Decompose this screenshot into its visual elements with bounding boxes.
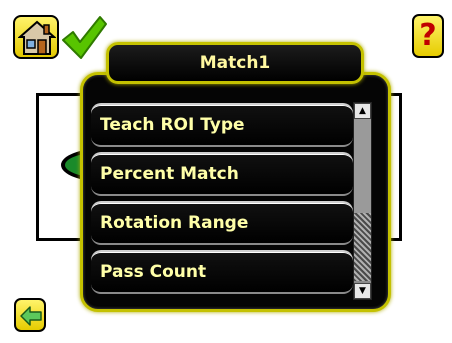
help-button[interactable]: ? (412, 14, 444, 58)
menu-scrollbar[interactable]: ▲ ▼ (353, 102, 372, 300)
menu-title-bar: Match1 (106, 42, 364, 84)
triangle-up-icon: ▲ (359, 106, 366, 116)
scroll-down-button[interactable]: ▼ (354, 283, 371, 299)
menu-item-teach-roi-type[interactable]: Teach ROI Type (91, 103, 353, 147)
home-icon (18, 20, 56, 55)
triangle-down-icon: ▼ (359, 286, 366, 296)
menu-item-label: Percent Match (100, 164, 239, 184)
back-arrow-icon (20, 306, 42, 326)
help-icon: ? (419, 18, 437, 53)
home-button[interactable] (13, 15, 59, 59)
menu-item-label: Rotation Range (100, 213, 249, 233)
menu-title: Match1 (199, 53, 271, 73)
menu-list: Teach ROI Type Percent Match Rotation Ra… (91, 103, 353, 299)
menu-item-pass-count[interactable]: Pass Count (91, 250, 353, 294)
menu-item-rotation-range[interactable]: Rotation Range (91, 201, 353, 245)
back-button[interactable] (14, 298, 46, 332)
scroll-thumb[interactable] (354, 213, 371, 281)
scroll-up-button[interactable]: ▲ (354, 103, 371, 119)
checkmark-icon (62, 16, 107, 59)
scroll-track[interactable] (354, 119, 371, 213)
menu-item-percent-match[interactable]: Percent Match (91, 152, 353, 196)
menu-item-label: Teach ROI Type (100, 115, 245, 135)
menu-item-label: Pass Count (100, 262, 207, 282)
